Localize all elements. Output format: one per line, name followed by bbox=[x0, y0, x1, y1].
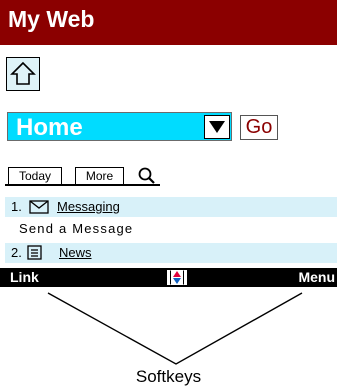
list-item-number: 2. bbox=[11, 245, 22, 260]
softkeys-caption: Softkeys bbox=[135, 367, 202, 386]
list-subitem[interactable]: Send a Message bbox=[5, 219, 337, 239]
list-icon bbox=[27, 245, 42, 260]
scroll-indicator bbox=[166, 269, 188, 286]
messaging-link[interactable]: Messaging bbox=[57, 199, 120, 214]
list-item-number: 1. bbox=[11, 199, 22, 214]
tab-today[interactable]: Today bbox=[8, 167, 62, 185]
address-combo[interactable]: Home bbox=[7, 112, 232, 141]
app-title: My Web bbox=[8, 6, 95, 32]
tab-more-label: More bbox=[85, 169, 114, 183]
tab-more[interactable]: More bbox=[75, 167, 124, 185]
dropdown-button[interactable] bbox=[204, 115, 230, 139]
softkey-right[interactable]: Menu bbox=[298, 269, 335, 285]
tab-today-label: Today bbox=[18, 169, 52, 183]
address-value: Home bbox=[16, 114, 83, 141]
home-icon bbox=[10, 61, 36, 85]
chevron-down-icon bbox=[209, 121, 225, 133]
home-button[interactable] bbox=[6, 57, 40, 91]
search-icon[interactable] bbox=[137, 167, 157, 185]
title-bar: My Web bbox=[0, 0, 337, 45]
envelope-icon bbox=[29, 200, 49, 214]
go-button[interactable]: Go bbox=[240, 115, 278, 140]
send-message-text: Send a Message bbox=[19, 221, 134, 236]
list-item-news[interactable]: 2. News bbox=[5, 243, 337, 263]
news-link[interactable]: News bbox=[59, 245, 92, 260]
list-item-messaging[interactable]: 1. Messaging bbox=[5, 197, 337, 217]
softkey-left[interactable]: Link bbox=[10, 269, 39, 285]
scroll-arrows-icon bbox=[166, 269, 188, 286]
